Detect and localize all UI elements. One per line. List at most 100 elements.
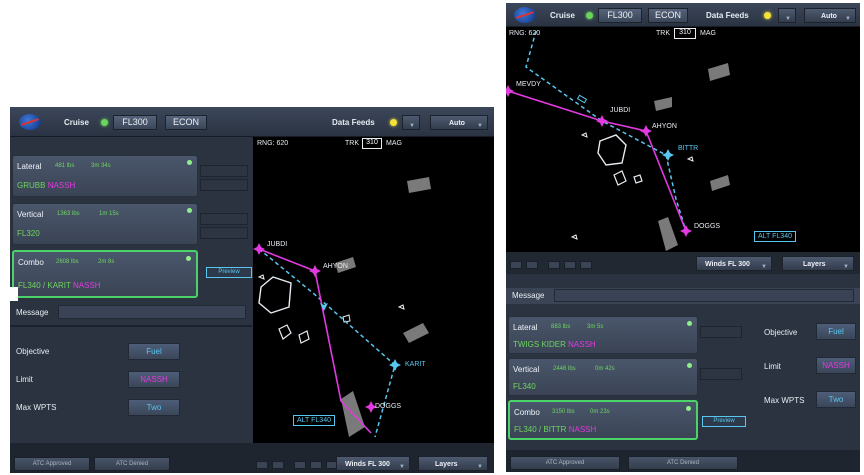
- waypoint-label: AHYON: [652, 123, 677, 130]
- status-dot: [187, 160, 192, 165]
- fuel-stat: 2608 lbs: [56, 259, 79, 265]
- chevron-down-icon: ▼: [399, 464, 405, 470]
- auto-dropdown[interactable]: Auto ▼: [804, 8, 856, 23]
- weather-outline: [258, 276, 292, 314]
- data-feeds-dropdown[interactable]: ▼: [778, 8, 796, 23]
- fuel-stat: 2446 lbs: [553, 366, 576, 372]
- altitude-button[interactable]: FL300: [113, 115, 157, 130]
- message-field[interactable]: [554, 289, 854, 302]
- atc-denied-button[interactable]: ATC Denied: [628, 456, 738, 470]
- waypoint-label: MEVDY: [516, 81, 541, 88]
- map-control[interactable]: [548, 261, 560, 269]
- waypoint-label: JUBDI: [267, 241, 288, 248]
- map-control[interactable]: [580, 261, 592, 269]
- altitude-button[interactable]: FL300: [598, 8, 642, 23]
- map-control[interactable]: [510, 261, 522, 269]
- weather-outline: [397, 304, 405, 310]
- left-efb-window: Cruise FL300 ECON Data Feeds ▼ Auto ▼ Lat…: [10, 107, 494, 473]
- waypoint-label: KARIT: [405, 361, 426, 368]
- message-field[interactable]: [58, 305, 246, 319]
- maxwpts-button[interactable]: Two: [816, 391, 856, 408]
- maxwpts-button[interactable]: Two: [128, 399, 180, 416]
- map-control[interactable]: [310, 461, 322, 469]
- objective-label: Objective: [764, 328, 798, 337]
- chevron-down-icon: ▼: [843, 264, 849, 270]
- weather-outline: [633, 174, 643, 184]
- data-feeds-status-dot: [764, 12, 771, 19]
- limit-button[interactable]: NASSH: [816, 357, 856, 374]
- map-control[interactable]: [256, 461, 268, 469]
- weather-outline: [570, 234, 578, 240]
- speed-mode-button[interactable]: ECON: [165, 115, 207, 130]
- layers-dropdown[interactable]: Layers ▼: [782, 256, 854, 271]
- waypoint-icon: [662, 149, 674, 161]
- route-map[interactable]: RNG: 620 TRK 310 MAG JUBDI AHYON KARIT D…: [253, 137, 494, 443]
- map-control[interactable]: [526, 261, 538, 269]
- card-title: Vertical: [17, 210, 44, 219]
- status-dot: [687, 321, 692, 326]
- map-graphics: [506, 30, 730, 251]
- phase-status-dot: [586, 12, 593, 19]
- auto-dropdown[interactable]: Auto ▼: [430, 115, 488, 130]
- chevron-down-icon: ▼: [845, 16, 851, 22]
- atc-approved-button[interactable]: ATC Approved: [510, 456, 620, 470]
- auto-label: Auto: [821, 13, 837, 20]
- data-feeds-label[interactable]: Data Feeds: [706, 11, 749, 20]
- objective-label: Objective: [16, 347, 50, 356]
- nasa-logo: [19, 114, 41, 130]
- objective-button[interactable]: Fuel: [128, 343, 180, 360]
- route-map[interactable]: RNG: 620 TRK 310 MAG MEVDY JUBDI AHYON B…: [506, 27, 860, 252]
- chevron-down-icon: ▼: [477, 464, 483, 470]
- route-text: TWIGS KIDER NASSH: [513, 340, 596, 349]
- waypoint-icon: [506, 85, 514, 97]
- lateral-option-card[interactable]: Lateral 481 lbs 3m 34s GRUBB NASSH: [12, 155, 198, 197]
- limit-label: Limit: [764, 362, 781, 371]
- card-title: Lateral: [17, 162, 42, 171]
- maxwpts-label: Max WPTS: [16, 403, 57, 412]
- message-label: Message: [16, 308, 49, 317]
- winds-dropdown[interactable]: Winds FL 300 ▼: [336, 456, 410, 471]
- combo-option-card[interactable]: Combo 2608 lbs 2m 8s FL340 / KARIT NASSH: [12, 250, 198, 298]
- route-text: FL340 / KARIT NASSH: [18, 281, 101, 290]
- side-slot: [700, 326, 742, 338]
- weather-cell: [407, 177, 431, 193]
- map-control[interactable]: [272, 461, 284, 469]
- status-dot: [187, 208, 192, 213]
- preview-button[interactable]: Preview: [206, 267, 252, 278]
- flight-phase: Cruise: [550, 11, 575, 20]
- waypoint-label: DOGGS: [375, 403, 402, 410]
- atc-approved-button[interactable]: ATC Approved: [14, 457, 90, 471]
- limit-label: Limit: [16, 375, 33, 384]
- waypoint-icon: [640, 125, 652, 137]
- layers-dropdown[interactable]: Layers ▼: [418, 456, 488, 471]
- status-dot: [186, 256, 191, 261]
- map-control[interactable]: [294, 461, 306, 469]
- combo-option-card[interactable]: Combo 3150 lbs 0m 23s FL340 / BITTR NASS…: [508, 400, 698, 440]
- bottom-bar: ATC Approved ATC Denied: [506, 450, 860, 472]
- weather-outline: [613, 170, 627, 186]
- weather-cell: [708, 63, 730, 81]
- data-feeds-label[interactable]: Data Feeds: [332, 118, 375, 127]
- data-feeds-dropdown[interactable]: ▼: [402, 115, 420, 130]
- divider: [10, 325, 252, 327]
- fuel-stat: 1363 lbs: [57, 211, 80, 217]
- waypoint-icon: [309, 265, 321, 277]
- maxwpts-label: Max WPTS: [764, 396, 805, 405]
- winds-dropdown[interactable]: Winds FL 300 ▼: [696, 256, 772, 271]
- lateral-option-card[interactable]: Lateral 883 lbs 3m 5s TWIGS KIDER NASSH: [508, 316, 698, 354]
- altitude-tag: ALT FL340: [293, 415, 335, 426]
- card-title: Vertical: [513, 365, 540, 374]
- aircraft-icon: [576, 94, 588, 104]
- limit-button[interactable]: NASSH: [128, 371, 180, 388]
- weather-outline: [298, 330, 310, 344]
- speed-mode-button[interactable]: ECON: [648, 8, 688, 23]
- map-controls-bar: Winds FL 300 ▼ Layers ▼: [506, 252, 860, 274]
- objective-button[interactable]: Fuel: [816, 323, 856, 340]
- vertical-option-card[interactable]: Vertical 1363 lbs 1m 15s FL320: [12, 203, 198, 245]
- bottom-bar: ATC Approved ATC Denied Winds FL 300 ▼ La…: [10, 443, 494, 473]
- vertical-option-card[interactable]: Vertical 2446 lbs 0m 42s FL340: [508, 358, 698, 396]
- auto-label: Auto: [449, 120, 465, 127]
- preview-button[interactable]: Preview: [702, 416, 746, 427]
- atc-denied-button[interactable]: ATC Denied: [94, 457, 170, 471]
- map-control[interactable]: [564, 261, 576, 269]
